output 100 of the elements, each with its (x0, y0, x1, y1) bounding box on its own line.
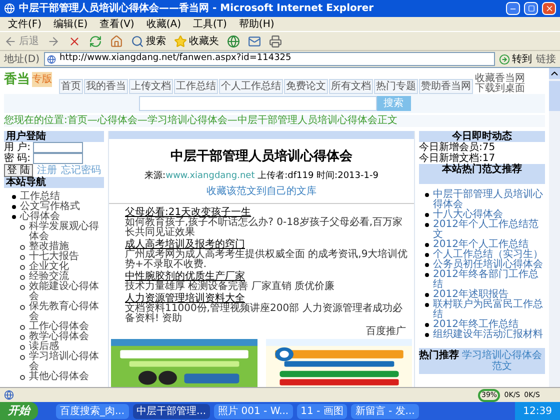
ad-description: 广州成考网为成人高考考生提供权威全面 的成考资讯,9大培训优势+不录取不收费. (125, 250, 409, 270)
section-header: 今日即时动态 (419, 130, 545, 142)
nav-tab[interactable]: 上传文档 (129, 78, 173, 94)
hot-link[interactable]: 组织建设年活动汇报材料 (433, 330, 543, 340)
ad-description: 文档资料11000份,管理视频讲座200部 人力资源管理者成功必备资料! 资助 (125, 304, 404, 324)
back-icon (4, 34, 17, 48)
forward-icon[interactable] (47, 34, 60, 48)
nav-link[interactable]: 工作总结 (20, 192, 60, 202)
nav-tab[interactable]: 工作总结 (174, 78, 218, 94)
hot-link[interactable]: 2012年终工作总结 (433, 320, 518, 330)
nav-tab[interactable]: 所有文档 (329, 78, 373, 94)
ad-link[interactable]: 中性腕胶剂的优质生产厂家 (125, 272, 245, 282)
nav-link[interactable]: 经验交流 (29, 272, 69, 282)
clock: 12:39 (523, 404, 552, 418)
bullet-icon (425, 332, 429, 336)
browser-icon (4, 3, 15, 14)
password-field[interactable] (32, 152, 83, 164)
scroll-thumb[interactable] (549, 81, 560, 111)
side-link[interactable]: 收藏香当网 (475, 74, 525, 84)
ad-link[interactable]: 父母必看:21天改变孩子一生 (125, 208, 252, 218)
start-button[interactable]: 开始 (0, 402, 38, 420)
menu-item[interactable]: 工具(T) (193, 16, 227, 32)
article-title: 中层干部管理人员培训心得体会 (170, 148, 354, 166)
logo-tag: 专版 (32, 72, 52, 88)
hot-link[interactable]: 2012年个人工作总结 (433, 240, 528, 250)
nav-link[interactable]: 工作心得体会 (29, 322, 89, 332)
close-icon (544, 4, 554, 13)
bullet-icon (425, 292, 429, 296)
taskbar-button[interactable]: 新留言 - 发... (351, 404, 419, 418)
logo-text: 香当 (4, 71, 30, 89)
bullet-icon (425, 212, 429, 216)
nav-link[interactable]: 心得体会 (20, 212, 60, 222)
search-field[interactable] (138, 96, 376, 110)
menu-item[interactable]: 查看(V) (100, 16, 134, 32)
scrollbar[interactable] (549, 68, 560, 387)
bullet-icon (12, 194, 16, 198)
nav-link[interactable]: 十七大报告 (29, 252, 79, 262)
ad-link[interactable]: 成人高考培训及报考的窍门 (125, 240, 245, 250)
nav-link[interactable]: 整改措施 (29, 242, 69, 252)
collect-link[interactable]: 收藏该范文到自己的文库 (206, 184, 316, 198)
bullet-icon (425, 242, 429, 246)
section-header: 用户登陆 (4, 130, 104, 142)
hot-link[interactable]: 2012年述职报告 (433, 290, 508, 300)
mail-icon[interactable] (248, 34, 261, 48)
nav-link[interactable]: 公文写作格式 (20, 202, 80, 212)
menu-item[interactable]: 编辑(E) (54, 16, 88, 32)
nav-link[interactable]: 教学心得体会 (29, 332, 89, 342)
nav-tab[interactable]: 热门专题 (374, 78, 418, 94)
nav-tab[interactable]: 首页 (59, 78, 83, 94)
nav-link[interactable]: 其他心得体会 (29, 372, 89, 382)
menu-item[interactable]: 文件(F) (8, 16, 42, 32)
nav-link[interactable]: 效能建设心得体会 (29, 282, 104, 302)
hot-link[interactable]: 个人工作总结（实习生） (433, 250, 543, 260)
refresh-icon[interactable] (89, 34, 102, 48)
bullet-icon (20, 374, 25, 380)
hot-link[interactable]: 公务员初任培训心得体会 (433, 260, 543, 270)
menu-item[interactable]: 收藏(A) (146, 16, 181, 32)
minimize-button[interactable] (506, 2, 520, 15)
bullet-icon (425, 322, 429, 326)
login-button[interactable]: 登 陆 (4, 164, 34, 176)
side-link[interactable]: 下载到桌面 (475, 84, 525, 94)
username-field[interactable] (32, 142, 83, 152)
taskbar-button[interactable]: 中层干部管理... (132, 404, 210, 418)
ad-label: 百度推广 (366, 324, 407, 338)
close-button[interactable] (542, 2, 556, 15)
links-label: 链接 (536, 52, 556, 66)
nav-link[interactable]: 科学发展观心得体会 (29, 222, 104, 242)
home-icon[interactable] (110, 34, 123, 48)
nav-link[interactable]: 学习培训心得体会 (29, 352, 104, 372)
maximize-icon (528, 5, 534, 12)
taskbar-button[interactable]: 11 - 画图 (296, 404, 348, 418)
bullet-icon (20, 284, 25, 290)
bullet-icon (20, 324, 25, 330)
address-field[interactable]: http://www.xiangdang.net/fanwen.aspx?id=114325 (44, 52, 495, 66)
ad-link[interactable]: 人力资源管理培训资料大全 (125, 294, 245, 304)
stat-text: 今日新增会员:75 (419, 142, 496, 152)
taskbar-button[interactable]: 照片 001 - W... (214, 404, 293, 418)
menu-item[interactable]: 帮助(H) (238, 16, 274, 32)
hot-link[interactable]: 2012年个人工作总结范文 (433, 220, 545, 240)
taskbar-button[interactable]: 百度搜索_肉... (56, 404, 129, 418)
hot-link[interactable]: 十八大心得体会 (433, 210, 503, 220)
nav-link[interactable]: 读后感 (29, 342, 59, 352)
hot-link[interactable]: 联村联户为民富民工作总结 (433, 300, 545, 320)
nav-link[interactable]: 企业文化 (29, 262, 69, 272)
nav-tab[interactable]: 免费论文 (284, 78, 328, 94)
hot-link[interactable]: 中层干部管理人员培训心得体会 (433, 190, 545, 210)
hot-link[interactable]: 2012年终各部门工作总结 (433, 270, 545, 290)
nav-tab[interactable]: 我的香当 (84, 78, 128, 94)
scroll-up-icon[interactable] (549, 68, 560, 79)
go-button[interactable]: 转到 (499, 52, 532, 66)
nav-tab[interactable]: 个人工作总结 (219, 78, 283, 94)
maximize-button[interactable] (524, 2, 538, 15)
stop-icon[interactable] (68, 34, 81, 48)
page-icon (46, 54, 56, 64)
nav-link[interactable]: 保先教育心得体会 (29, 302, 104, 322)
print-icon[interactable] (269, 34, 282, 48)
favorites-button[interactable]: 收藏夹 (174, 34, 219, 48)
search-button[interactable]: 搜索 (131, 34, 166, 48)
bullet-icon (425, 222, 429, 226)
nav-tab[interactable]: 赞助香当网 (419, 78, 473, 94)
